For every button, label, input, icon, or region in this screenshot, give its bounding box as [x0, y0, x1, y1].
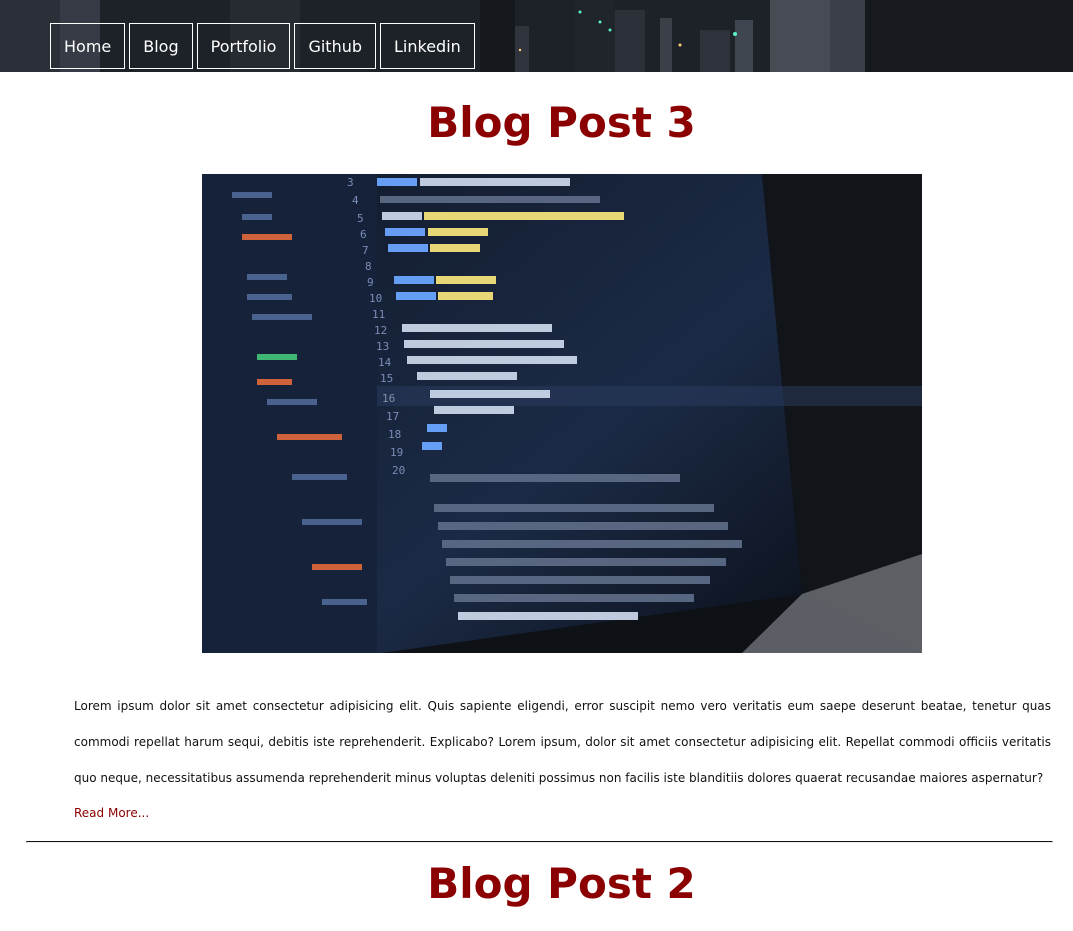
svg-text:17: 17	[386, 410, 399, 423]
main-nav: Home Blog Portfolio Github Linkedin	[50, 23, 475, 69]
site-header: Home Blog Portfolio Github Linkedin	[0, 0, 1073, 72]
svg-text:13: 13	[376, 340, 389, 353]
svg-text:15: 15	[380, 372, 393, 385]
post-title: Blog Post 3	[427, 98, 696, 147]
laptop-code-image: 34 56 78 910 1112 1314 1516 1718 1920	[202, 174, 922, 653]
post-image: 34 56 78 910 1112 1314 1516 1718 1920	[202, 174, 922, 653]
post-title: Blog Post 2	[427, 859, 696, 908]
svg-text:18: 18	[388, 428, 401, 441]
svg-text:14: 14	[378, 356, 392, 369]
svg-text:11: 11	[372, 308, 385, 321]
svg-text:8: 8	[365, 260, 372, 273]
svg-text:19: 19	[390, 446, 403, 459]
svg-text:6: 6	[360, 228, 367, 241]
post-excerpt: Lorem ipsum dolor sit amet consectetur a…	[74, 699, 1051, 785]
svg-text:5: 5	[357, 212, 364, 225]
nav-blog-link[interactable]: Blog	[129, 23, 193, 69]
nav-portfolio-link[interactable]: Portfolio	[196, 23, 291, 69]
svg-text:9: 9	[367, 276, 374, 289]
read-more-link[interactable]: Read More...	[74, 806, 149, 820]
svg-text:7: 7	[362, 244, 369, 257]
svg-text:20: 20	[392, 464, 405, 477]
svg-text:4: 4	[352, 194, 359, 207]
svg-text:12: 12	[374, 324, 387, 337]
nav-github-link[interactable]: Github	[294, 23, 377, 69]
svg-text:3: 3	[347, 176, 354, 189]
nav-linkedin-link[interactable]: Linkedin	[380, 23, 475, 69]
nav-home-link[interactable]: Home	[50, 23, 126, 69]
svg-text:10: 10	[369, 292, 382, 305]
post-divider	[26, 841, 1053, 843]
